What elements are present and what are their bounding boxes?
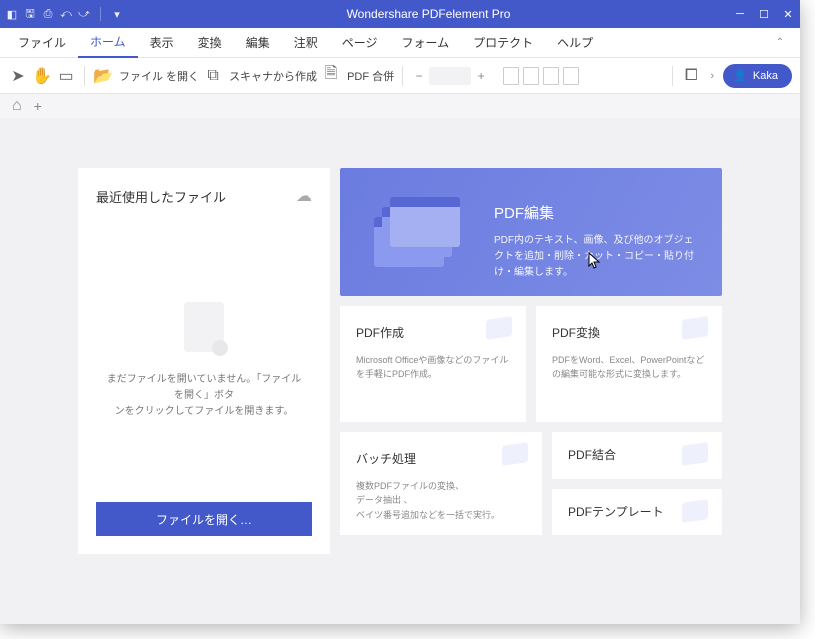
app-logo-icon: ◧: [6, 8, 18, 20]
hand-tool-icon[interactable]: ✋: [32, 66, 52, 86]
select-tool-icon[interactable]: ▭: [56, 66, 76, 86]
menu-file[interactable]: ファイル: [6, 28, 78, 58]
combine-pdf-card[interactable]: PDF結合: [552, 432, 722, 479]
divider: [100, 7, 101, 21]
document-placeholder-icon: [184, 302, 224, 352]
merge-icon: 🗎: [321, 66, 341, 86]
divider: [84, 66, 85, 86]
open-file-label: ファイル を開く: [119, 68, 199, 84]
convert-pdf-card[interactable]: PDF変換 PDFをWord、Excel、PowerPointなどの編集可能な形…: [536, 306, 722, 422]
card-description: 複数PDFファイルの変換、 データ抽出 、 ベイツ番号追加などを一括で実行。: [356, 479, 526, 522]
menu-edit[interactable]: 編集: [234, 28, 282, 58]
create-pdf-icon: [486, 316, 512, 340]
create-pdf-card[interactable]: PDF作成 Microsoft Officeや画像などのファイルを手軽にPDF作…: [340, 306, 526, 422]
close-button[interactable]: ✕: [782, 8, 794, 20]
menu-home[interactable]: ホーム: [78, 28, 138, 58]
edit-pdf-hero-card[interactable]: PDF編集 PDF内のテキスト、画像、及び他のオブジェクトを追加・削除・カット・…: [340, 168, 722, 296]
maximize-button[interactable]: ☐: [758, 8, 770, 20]
divider: [402, 66, 403, 86]
zoom-value[interactable]: [429, 67, 471, 85]
user-name: Kaka: [753, 70, 778, 82]
menu-protect[interactable]: プロテクト: [461, 28, 545, 58]
zoom-in-button[interactable]: +: [473, 68, 489, 84]
menu-page[interactable]: ページ: [330, 28, 390, 58]
user-account-chip[interactable]: 👤 Kaka: [723, 64, 792, 88]
pdf-template-card[interactable]: PDFテンプレート: [552, 489, 722, 536]
scanner-icon: ⧉: [203, 66, 223, 86]
zoom-out-button[interactable]: −: [411, 68, 427, 84]
merge-pdf-button[interactable]: 🗎 PDF 合併: [321, 66, 394, 86]
combine-icon: [682, 442, 708, 466]
redo-icon[interactable]: ⤻: [78, 8, 90, 20]
menu-help[interactable]: ヘルプ: [545, 28, 605, 58]
qat-dropdown-icon[interactable]: ▾: [111, 8, 123, 20]
menu-convert[interactable]: 変換: [186, 28, 234, 58]
template-icon: [682, 499, 708, 523]
actual-size-icon[interactable]: [563, 67, 579, 85]
content-area: 最近使用したファイル ☁ まだファイルを開いていません。「ファイルを開く」ボタ …: [0, 118, 800, 624]
convert-pdf-icon: [682, 316, 708, 340]
recent-files-panel: 最近使用したファイル ☁ まだファイルを開いていません。「ファイルを開く」ボタ …: [78, 168, 330, 554]
menubar: ファイル ホーム 表示 変換 編集 注釈 ページ フォーム プロテクト ヘルプ …: [0, 28, 800, 58]
fit-page-icon[interactable]: [503, 67, 519, 85]
fit-height-icon[interactable]: [543, 67, 559, 85]
menu-view[interactable]: 表示: [138, 28, 186, 58]
home-tab-icon[interactable]: ⌂: [12, 97, 22, 115]
fit-width-icon[interactable]: [523, 67, 539, 85]
undo-icon[interactable]: ⤺: [60, 8, 72, 20]
window-title: Wondershare PDFelement Pro: [123, 7, 734, 21]
empty-text-line2: ンをクリックしてファイルを開きます。: [104, 404, 304, 420]
batch-icon: [502, 442, 528, 466]
hero-description: PDF内のテキスト、画像、及び他のオブジェクトを追加・削除・カット・コピー・貼り…: [494, 233, 698, 281]
divider: [672, 66, 673, 86]
menu-annotate[interactable]: 注釈: [282, 28, 330, 58]
from-scanner-label: スキャナから作成: [229, 68, 317, 84]
open-file-main-button[interactable]: ファイルを開く…: [96, 502, 312, 536]
toolbar: ➤ ✋ ▭ 📂 ファイル を開く ⧉ スキャナから作成 🗎 PDF 合併 − +: [0, 58, 800, 94]
empty-state: まだファイルを開いていません。「ファイルを開く」ボタ ンをクリックしてファイルを…: [96, 236, 312, 486]
batch-process-card[interactable]: バッチ処理 複数PDFファイルの変換、 データ抽出 、 ベイツ番号追加などを一括…: [340, 432, 542, 535]
cloud-icon[interactable]: ☁: [296, 186, 312, 206]
print-icon[interactable]: ⎙: [42, 8, 54, 20]
empty-text-line1: まだファイルを開いていません。「ファイルを開く」ボタ: [104, 372, 304, 404]
new-tab-button[interactable]: +: [34, 98, 42, 114]
hero-title: PDF編集: [494, 202, 698, 223]
menu-form[interactable]: フォーム: [389, 28, 461, 58]
collapse-ribbon-icon[interactable]: ⌃: [766, 37, 794, 48]
pointer-tool-icon[interactable]: ➤: [8, 66, 28, 86]
document-tabbar: ⌂ +: [0, 94, 800, 118]
card-description: PDFをWord、Excel、PowerPointなどの編集可能な形式に変換しま…: [552, 353, 706, 382]
from-scanner-button[interactable]: ⧉ スキャナから作成: [203, 66, 317, 86]
save-icon[interactable]: 🖫: [24, 8, 36, 20]
recent-files-title: 最近使用したファイル: [96, 187, 226, 206]
card-title: バッチ処理: [356, 450, 526, 467]
card-description: Microsoft Officeや画像などのファイルを手軽にPDF作成。: [356, 353, 510, 382]
more-tools-icon[interactable]: ›: [705, 70, 719, 82]
merge-pdf-label: PDF 合併: [347, 68, 394, 84]
pdf-stack-illustration: [364, 188, 474, 276]
screenshot-icon[interactable]: ⧠: [681, 66, 701, 86]
user-icon: 👤: [733, 69, 747, 82]
open-file-button[interactable]: 📂 ファイル を開く: [93, 66, 199, 86]
minimize-button[interactable]: ─: [734, 8, 746, 20]
folder-open-icon: 📂: [93, 66, 113, 86]
